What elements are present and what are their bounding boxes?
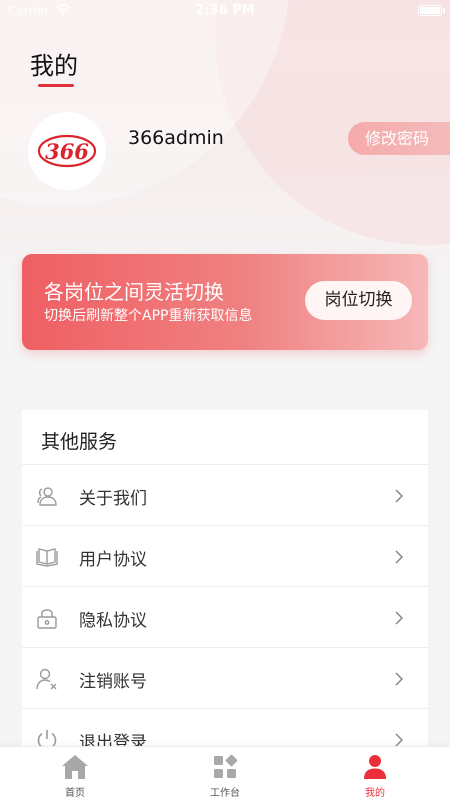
chevron-right-icon — [395, 672, 404, 686]
role-switch-card: 各岗位之间灵活切换 切换后刷新整个APP重新获取信息 岗位切换 — [22, 254, 428, 350]
role-switch-button[interactable]: 岗位切换 — [305, 281, 412, 320]
book-icon — [36, 548, 58, 567]
service-item-label: 注销账号 — [79, 672, 147, 692]
role-switch-subtitle: 切换后刷新整个APP重新获取信息 — [44, 308, 253, 324]
bottom-tab-bar: 首页 工作台 我的 — [0, 746, 450, 800]
tab-home[interactable]: 首页 — [0, 747, 150, 800]
service-item-about-us[interactable]: 关于我们 — [22, 464, 428, 525]
avatar[interactable]: 366 — [28, 112, 106, 190]
battery-icon — [418, 5, 442, 16]
tab-label: 我的 — [365, 788, 385, 799]
logo-text: 366 — [45, 139, 89, 164]
status-time: 2:36 PM — [195, 3, 255, 18]
chevron-right-icon — [395, 733, 404, 747]
service-item-user-agreement[interactable]: 用户协议 — [22, 525, 428, 586]
service-item-label: 用户协议 — [79, 550, 147, 570]
services-title: 其他服务 — [41, 431, 118, 453]
tab-mine[interactable]: 我的 — [300, 747, 450, 800]
tab-label: 首页 — [65, 788, 85, 799]
username: 366admin — [128, 127, 224, 149]
home-icon — [62, 755, 88, 779]
role-switch-title: 各岗位之间灵活切换 — [44, 280, 224, 304]
tab-label: 工作台 — [210, 788, 240, 799]
service-item-privacy-agreement[interactable]: 隐私协议 — [22, 586, 428, 647]
chevron-right-icon — [395, 489, 404, 503]
service-item-label: 关于我们 — [79, 489, 147, 509]
change-password-button[interactable]: 修改密码 — [348, 122, 450, 155]
chevron-right-icon — [395, 550, 404, 564]
lock-icon — [37, 609, 57, 629]
service-item-label: 隐私协议 — [79, 611, 147, 631]
users-icon — [37, 487, 57, 506]
page-title: 我的 — [30, 52, 78, 80]
battery-tip — [443, 8, 445, 13]
company-logo-icon: 366 — [37, 134, 97, 168]
workbench-icon — [214, 754, 238, 778]
person-icon — [364, 755, 386, 779]
other-services-section: 其他服务 关于我们 用户协议 隐私协议 注销账号 退出登录 — [22, 410, 428, 770]
status-bar: Carrier 2:36 PM — [0, 0, 450, 22]
service-item-delete-account[interactable]: 注销账号 — [22, 647, 428, 708]
chevron-right-icon — [395, 611, 404, 625]
tab-workbench[interactable]: 工作台 — [150, 747, 300, 800]
title-underline — [38, 84, 74, 87]
user-remove-icon — [36, 668, 57, 690]
